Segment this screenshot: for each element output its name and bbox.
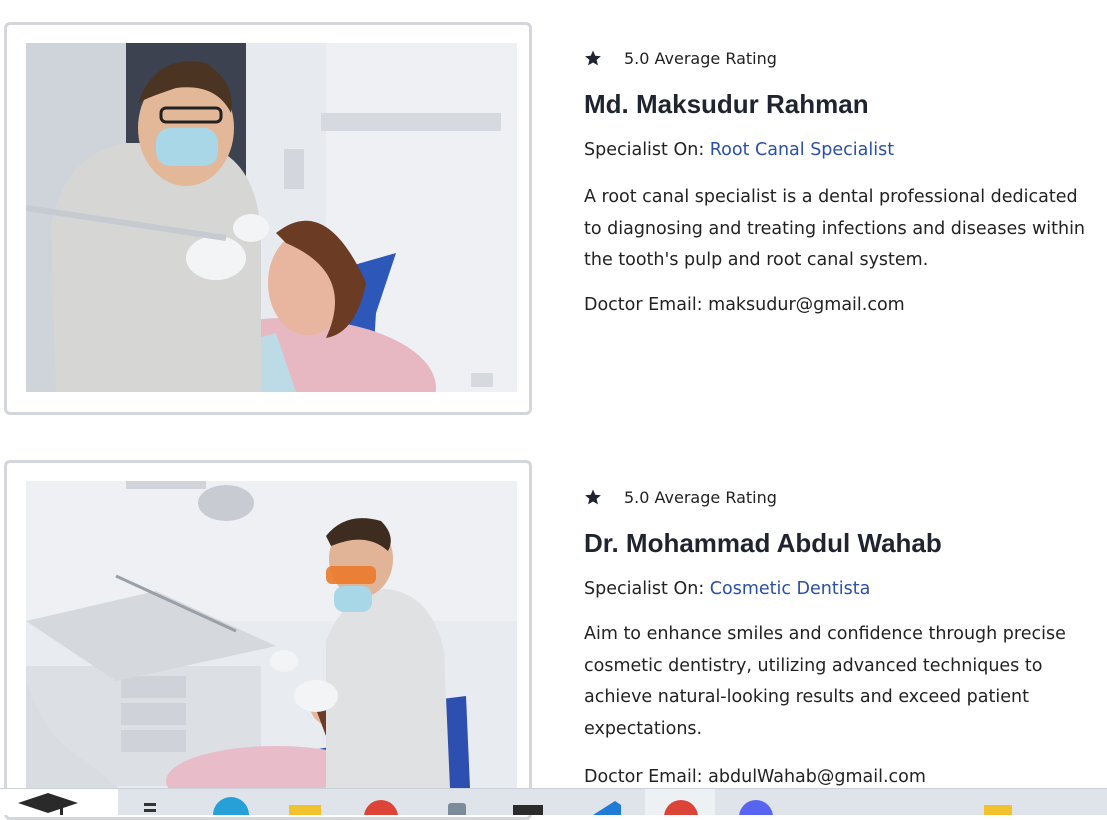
rating-text: 5.0 Average Rating — [624, 48, 777, 68]
edge-icon[interactable] — [210, 789, 252, 815]
specialist-row: Specialist On: Root Canal Specialist — [584, 140, 1107, 160]
chrome-icon[interactable] — [360, 789, 402, 815]
email-label: Doctor Email: — [584, 294, 703, 315]
doctor-email: maksudur@gmail.com — [708, 294, 905, 315]
email-row: Doctor Email: abdulWahab@gmail.com — [584, 767, 1107, 787]
rating-row: 5.0 Average Rating — [584, 46, 1107, 70]
star-icon — [585, 489, 601, 505]
description-line: achieve natural-looking results and exce… — [584, 687, 1029, 707]
terminal-icon[interactable] — [510, 789, 546, 815]
doctor-email: abdulWahab@gmail.com — [708, 767, 926, 787]
rating-text: 5.0 Average Rating — [624, 487, 777, 507]
doctor-photo-frame — [4, 460, 532, 820]
doctor-name: Md. Maksudur Rahman — [584, 89, 869, 119]
sticky-notes-icon[interactable] — [980, 789, 1016, 815]
specialist-label: Specialist On: — [584, 579, 705, 599]
rating-row: 5.0 Average Rating — [584, 485, 1107, 509]
star-icon — [585, 50, 601, 66]
doctor-description: Aim to enhance smiles and confidence thr… — [584, 619, 1107, 745]
graduation-cap-icon[interactable] — [0, 789, 118, 815]
description-line: Aim to enhance smiles and confidence thr… — [584, 624, 1066, 644]
description-line: expectations. — [584, 718, 703, 739]
specialist-label: Specialist On: — [584, 140, 705, 160]
description-line: cosmetic dentistry, utilizing advanced t… — [584, 655, 1043, 676]
doctor-info: 5.0 Average Rating Md. Maksudur Rahman S… — [584, 46, 1107, 315]
taskbar — [0, 788, 1107, 815]
chrome-icon[interactable] — [645, 789, 715, 815]
specialist-row: Specialist On: Cosmetic Dentista — [584, 579, 1107, 599]
doctor-photo — [26, 481, 517, 811]
doctor-description: A root canal specialist is a dental prof… — [584, 182, 1107, 277]
description-line: A root canal specialist is a dental prof… — [584, 187, 1078, 207]
phone-link-icon[interactable] — [440, 789, 476, 815]
doctor-info: 5.0 Average Rating Dr. Mohammad Abdul Wa… — [584, 485, 1107, 788]
specialty-link[interactable]: Cosmetic Dentista — [710, 579, 871, 599]
file-explorer-icon[interactable] — [140, 789, 170, 815]
folder-icon[interactable] — [285, 789, 327, 815]
doctor-name: Dr. Mohammad Abdul Wahab — [584, 528, 942, 558]
doctor-photo-frame — [4, 22, 532, 415]
email-label: Doctor Email: — [584, 767, 703, 787]
description-line: the tooth's pulp and root canal system. — [584, 250, 929, 270]
specialty-link[interactable]: Root Canal Specialist — [710, 140, 894, 160]
vscode-icon[interactable] — [585, 789, 625, 815]
doctor-photo — [26, 43, 517, 392]
description-line: to diagnosing and treating infections an… — [584, 218, 1086, 239]
discord-icon[interactable] — [735, 789, 777, 815]
email-row: Doctor Email: maksudur@gmail.com — [584, 295, 1107, 315]
